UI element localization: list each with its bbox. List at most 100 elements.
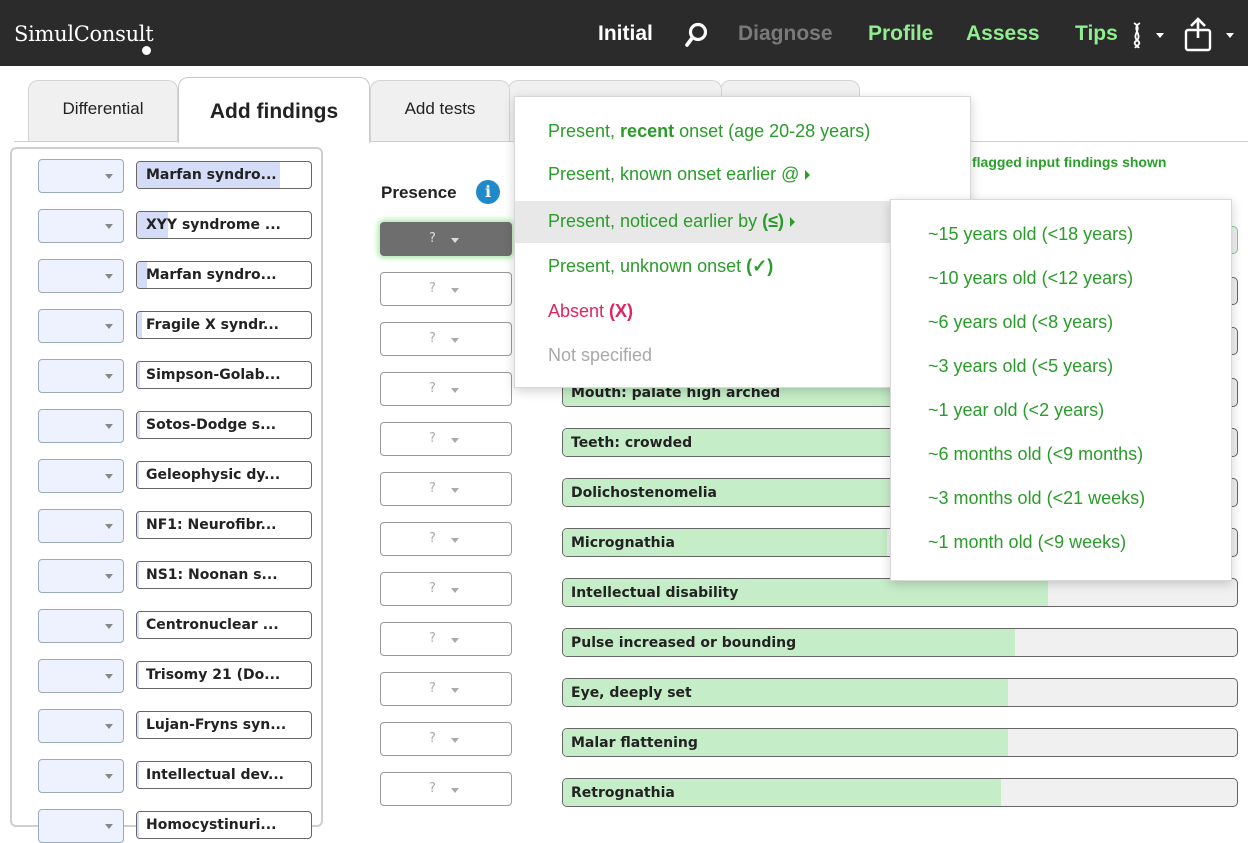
presence-heading: Presence bbox=[381, 183, 457, 202]
presence-value: ? bbox=[429, 381, 436, 396]
chevron-down-icon bbox=[451, 238, 459, 243]
age-submenu-item[interactable]: ~1 year old (<2 years) bbox=[928, 400, 1104, 421]
diagnosis-name-button[interactable]: Intellectual dev... bbox=[136, 761, 312, 789]
info-icon[interactable]: i bbox=[476, 180, 500, 204]
presence-dropdown[interactable]: ? bbox=[380, 522, 512, 556]
diagnosis-name-button[interactable]: Centronuclear ... bbox=[136, 611, 312, 639]
diagnosis-status-dropdown[interactable] bbox=[38, 809, 124, 843]
diagnosis-status-dropdown[interactable] bbox=[38, 409, 124, 443]
diagnosis-name-button[interactable]: XYY syndrome ... bbox=[136, 211, 312, 239]
diagnosis-name-button[interactable]: Geleophysic dy... bbox=[136, 461, 312, 489]
diagnosis-status-dropdown[interactable] bbox=[38, 159, 124, 193]
age-submenu-item[interactable]: ~3 months old (<21 weeks) bbox=[928, 488, 1145, 509]
age-submenu-item[interactable]: ~10 years old (<12 years) bbox=[928, 268, 1133, 289]
age-submenu-item[interactable]: ~6 months old (<9 months) bbox=[928, 444, 1143, 465]
finding-row[interactable]: Retrognathia bbox=[562, 778, 1238, 807]
presence-value: ? bbox=[429, 631, 436, 646]
diagnosis-name-button[interactable]: NF1: Neurofibr... bbox=[136, 511, 312, 539]
diagnosis-row: Sotos-Dodge s... bbox=[38, 409, 328, 443]
tab-differential[interactable]: Differential bbox=[28, 80, 178, 142]
presence-dropdown[interactable]: ? bbox=[380, 672, 512, 706]
diagnosis-status-dropdown[interactable] bbox=[38, 659, 124, 693]
differential-sidebar[interactable]: Marfan syndro... XYY syndrome ... Marfan s… bbox=[10, 147, 323, 843]
logo-text: SimulConsult bbox=[14, 22, 154, 46]
presence-dropdown[interactable]: ? bbox=[380, 422, 512, 456]
diagnosis-row: Lujan-Fryns syn... bbox=[38, 709, 328, 743]
finding-label: Retrognathia bbox=[571, 785, 675, 801]
finding-row[interactable]: Eye, deeply set bbox=[562, 678, 1238, 707]
nav-assess[interactable]: Assess bbox=[966, 22, 1040, 46]
chevron-down-icon bbox=[105, 274, 113, 279]
chevron-down-icon bbox=[451, 688, 459, 693]
presence-dropdown[interactable]: ? bbox=[380, 772, 512, 806]
chevron-down-icon bbox=[105, 424, 113, 429]
diagnosis-probability-bar bbox=[137, 462, 139, 488]
finding-row[interactable]: Intellectual disability bbox=[562, 578, 1238, 607]
chevron-down-icon bbox=[105, 174, 113, 179]
chevron-down-icon bbox=[105, 774, 113, 779]
diagnosis-label: Fragile X syndr... bbox=[146, 317, 279, 333]
presence-dropdown[interactable]: ? bbox=[380, 322, 512, 356]
diagnosis-name-button[interactable]: Marfan syndro... bbox=[136, 161, 312, 189]
presence-dropdown[interactable]: ? bbox=[380, 622, 512, 656]
tab-add-findings[interactable]: Add findings bbox=[178, 77, 370, 143]
diagnosis-status-dropdown[interactable] bbox=[38, 509, 124, 543]
diagnosis-probability-bar bbox=[137, 562, 139, 588]
dna-icon[interactable] bbox=[1130, 21, 1170, 49]
share-icon[interactable] bbox=[1182, 16, 1244, 52]
chevron-down-icon bbox=[105, 674, 113, 679]
diagnosis-label: Homocystinuri... bbox=[146, 817, 277, 833]
diagnosis-status-dropdown[interactable] bbox=[38, 609, 124, 643]
diagnosis-status-dropdown[interactable] bbox=[38, 759, 124, 793]
diagnosis-name-button[interactable]: Marfan syndro... bbox=[136, 261, 312, 289]
diagnosis-name-button[interactable]: Simpson-Golab... bbox=[136, 361, 312, 389]
flagged-findings-note[interactable]: flagged input findings shown bbox=[972, 154, 1166, 170]
presence-value: ? bbox=[429, 481, 436, 496]
presence-dropdown[interactable]: ? bbox=[380, 272, 512, 306]
diagnosis-name-button[interactable]: NS1: Noonan s... bbox=[136, 561, 312, 589]
finding-row[interactable]: Pulse increased or bounding bbox=[562, 628, 1238, 657]
logo-dot bbox=[142, 46, 151, 55]
presence-value: ? bbox=[429, 531, 436, 546]
presence-value: ? bbox=[429, 281, 436, 296]
menu-item-known-onset[interactable]: Present, known onset earlier @ bbox=[515, 154, 970, 196]
diagnosis-status-dropdown[interactable] bbox=[38, 709, 124, 743]
finding-label: Eye, deeply set bbox=[571, 685, 692, 701]
age-submenu-item[interactable]: ~6 years old (<8 years) bbox=[928, 312, 1113, 333]
presence-dropdown[interactable]: ? bbox=[380, 722, 512, 756]
search-icon[interactable] bbox=[685, 22, 709, 48]
simulconsult-logo[interactable]: SimulConsult bbox=[14, 22, 154, 55]
age-submenu-item[interactable]: ~1 month old (<9 weeks) bbox=[928, 532, 1126, 553]
diagnosis-row: Intellectual dev... bbox=[38, 759, 328, 793]
age-submenu-item[interactable]: ~15 years old (<18 years) bbox=[928, 224, 1133, 245]
presence-dropdown[interactable]: ? bbox=[380, 472, 512, 506]
chevron-down-icon bbox=[451, 638, 459, 643]
diagnosis-name-button[interactable]: Sotos-Dodge s... bbox=[136, 411, 312, 439]
menu-item-recent-onset[interactable]: Present, recent onset (age 20-28 years) bbox=[515, 111, 970, 153]
finding-row[interactable]: Malar flattening bbox=[562, 728, 1238, 757]
diagnosis-status-dropdown[interactable] bbox=[38, 359, 124, 393]
presence-value: ? bbox=[429, 231, 436, 246]
diagnosis-label: Marfan syndro... bbox=[146, 167, 277, 183]
diagnosis-status-dropdown[interactable] bbox=[38, 309, 124, 343]
age-submenu-item[interactable]: ~3 years old (<5 years) bbox=[928, 356, 1113, 377]
nav-initial[interactable]: Initial bbox=[598, 22, 653, 46]
presence-dropdown[interactable]: ? bbox=[380, 572, 512, 606]
presence-dropdown[interactable]: ? bbox=[380, 372, 512, 406]
tab-add-tests[interactable]: Add tests bbox=[370, 80, 510, 142]
chevron-down-icon bbox=[105, 374, 113, 379]
presence-dropdown[interactable]: ? bbox=[380, 222, 512, 256]
diagnosis-status-dropdown[interactable] bbox=[38, 209, 124, 243]
diagnosis-name-button[interactable]: Lujan-Fryns syn... bbox=[136, 711, 312, 739]
diagnosis-name-button[interactable]: Fragile X syndr... bbox=[136, 311, 312, 339]
diagnosis-label: XYY syndrome ... bbox=[146, 217, 281, 233]
diagnosis-status-dropdown[interactable] bbox=[38, 559, 124, 593]
diagnosis-label: Geleophysic dy... bbox=[146, 467, 281, 483]
diagnosis-status-dropdown[interactable] bbox=[38, 459, 124, 493]
diagnosis-status-dropdown[interactable] bbox=[38, 259, 124, 293]
diagnosis-row: NF1: Neurofibr... bbox=[38, 509, 328, 543]
nav-tips[interactable]: Tips bbox=[1075, 22, 1118, 46]
nav-profile[interactable]: Profile bbox=[868, 22, 933, 46]
diagnosis-name-button[interactable]: Homocystinuri... bbox=[136, 811, 312, 839]
diagnosis-name-button[interactable]: Trisomy 21 (Do... bbox=[136, 661, 312, 689]
